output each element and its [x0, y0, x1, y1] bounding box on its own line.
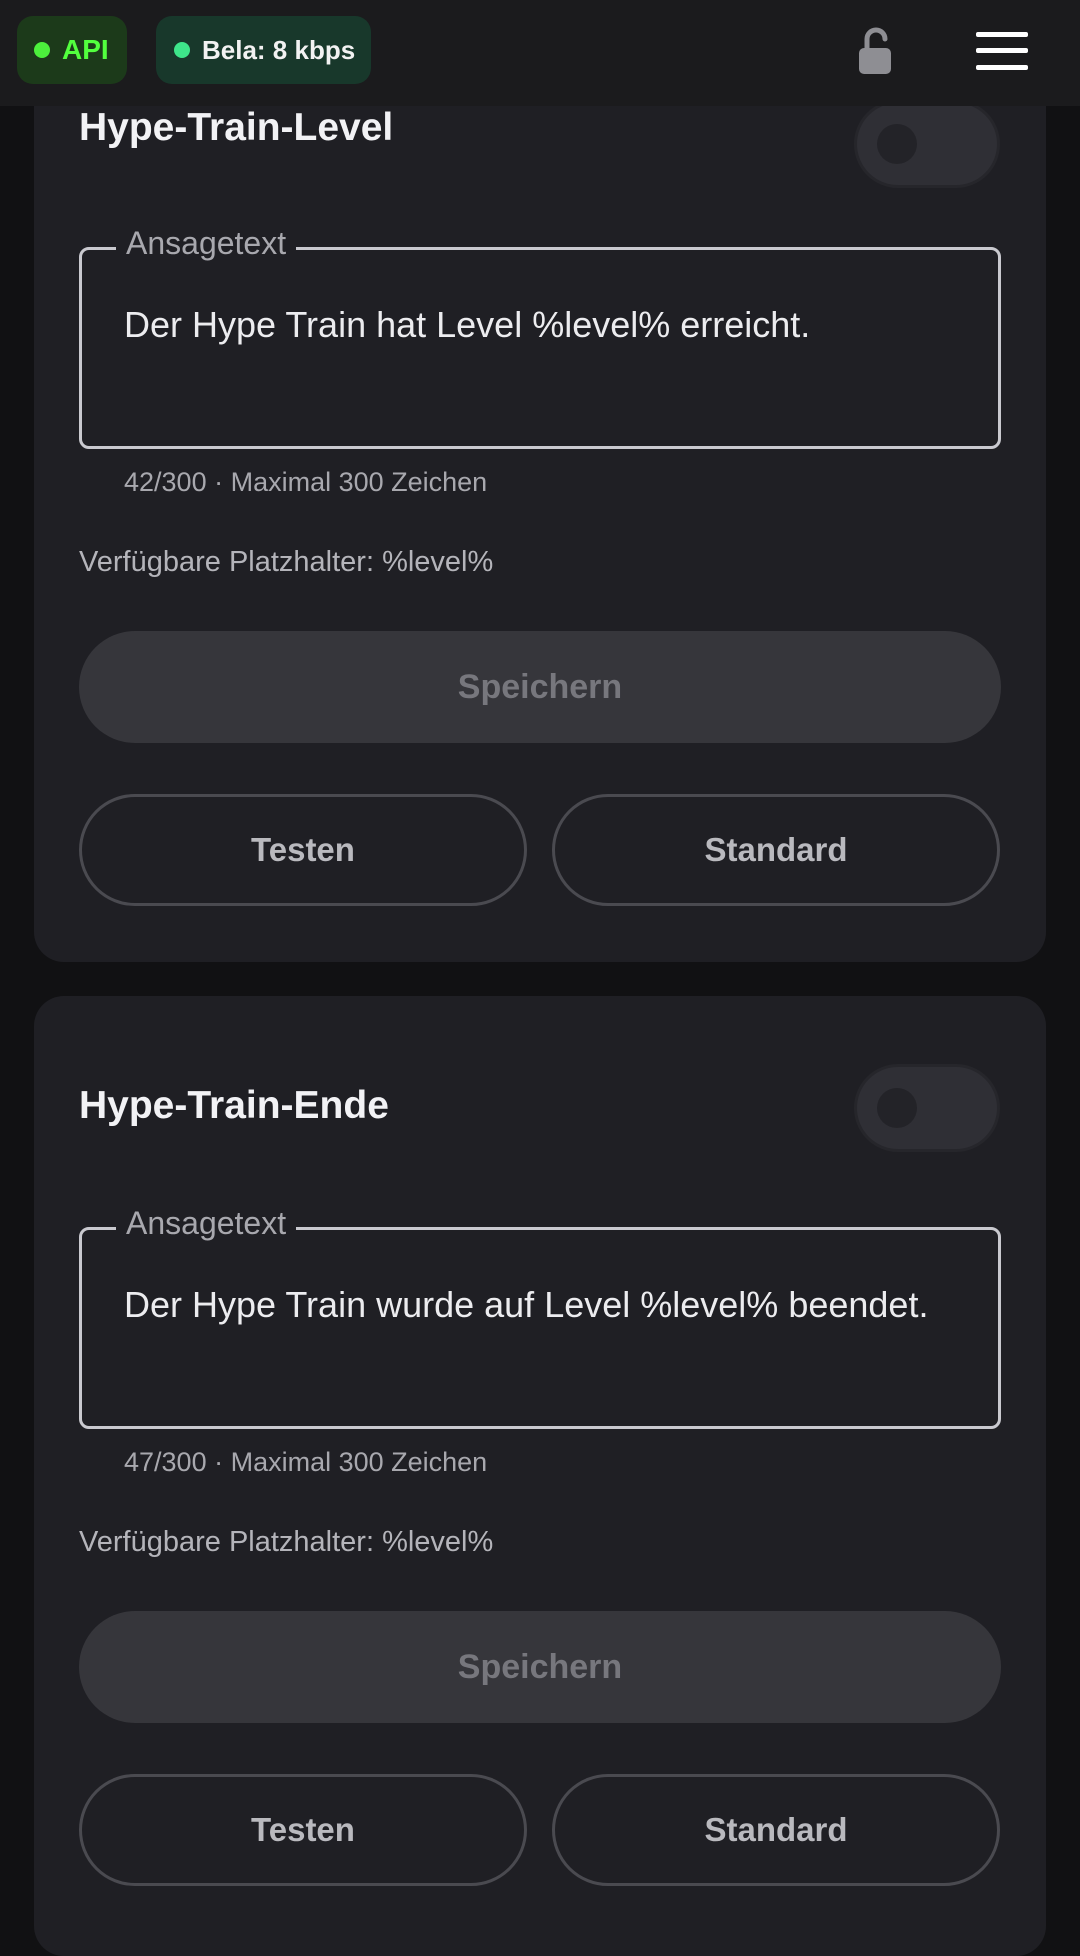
enable-toggle[interactable] [854, 100, 1000, 188]
character-counter: 42/300 · Maximal 300 Zeichen [124, 467, 488, 497]
field-label: Ansagetext [116, 225, 297, 262]
toggle-knob [877, 1088, 917, 1128]
card-title: Hype-Train-Level [79, 106, 394, 149]
announcement-card-hype-train-end: Hype-Train-Ende Ansagetext Der Hype Trai… [34, 996, 1046, 1956]
announcement-text-value[interactable]: Der Hype Train wurde auf Level %level% b… [124, 1276, 954, 1333]
api-status-label: API [62, 34, 109, 65]
toggle-knob [877, 124, 917, 164]
test-button[interactable]: Testen [79, 794, 527, 906]
placeholder-hint: Verfügbare Platzhalter: %level% [79, 1526, 494, 1558]
placeholder-hint: Verfügbare Platzhalter: %level% [79, 546, 494, 578]
announcement-text-field[interactable]: Ansagetext Der Hype Train hat Level %lev… [79, 225, 1001, 449]
default-button[interactable]: Standard [552, 1774, 1000, 1886]
enable-toggle[interactable] [854, 1064, 1000, 1152]
api-status-badge[interactable]: API [17, 16, 127, 84]
hamburger-menu-icon[interactable] [976, 32, 1028, 70]
bitrate-status-label: Bela: 8 kbps [202, 34, 356, 65]
test-button[interactable]: Testen [79, 1774, 527, 1886]
default-button[interactable]: Standard [552, 794, 1000, 906]
bitrate-status-dot-icon [174, 42, 190, 58]
card-title: Hype-Train-Ende [79, 1084, 389, 1127]
field-label: Ansagetext [116, 1205, 297, 1242]
announcement-text-value[interactable]: Der Hype Train hat Level %level% erreich… [124, 296, 954, 353]
lock-open-icon[interactable] [853, 26, 903, 76]
top-bar: API Bela: 8 kbps [0, 0, 1080, 106]
api-status-dot-icon [34, 42, 50, 58]
announcement-text-field[interactable]: Ansagetext Der Hype Train wurde auf Leve… [79, 1205, 1001, 1429]
bitrate-status-badge[interactable]: Bela: 8 kbps [156, 16, 371, 84]
save-button[interactable]: Speichern [79, 631, 1001, 743]
save-button[interactable]: Speichern [79, 1611, 1001, 1723]
character-counter: 47/300 · Maximal 300 Zeichen [124, 1447, 488, 1477]
announcement-card-hype-train-level: Hype-Train-Level Ansagetext Der Hype Tra… [34, 60, 1046, 962]
